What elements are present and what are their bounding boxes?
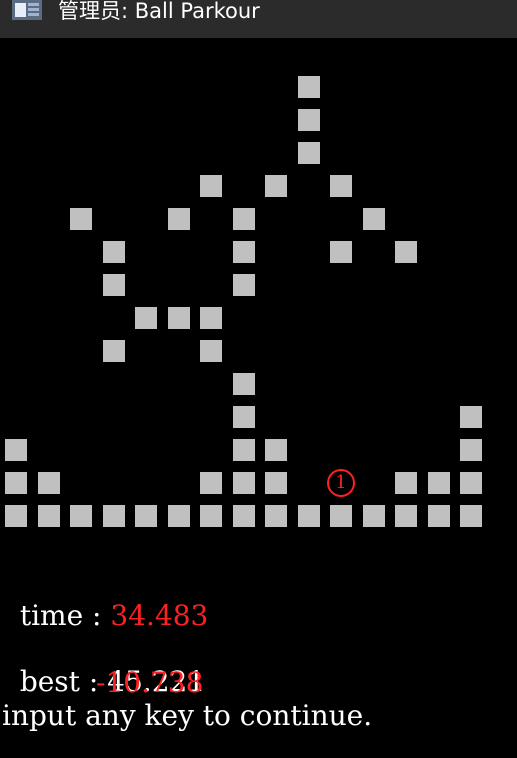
block-tile bbox=[70, 505, 92, 527]
best-label: best : bbox=[19, 665, 108, 698]
block-tile bbox=[460, 439, 482, 461]
console-app-icon bbox=[12, 0, 42, 20]
title-bar: 管理员: Ball Parkour bbox=[0, 0, 517, 38]
block-tile bbox=[38, 505, 60, 527]
block-tile bbox=[200, 307, 222, 329]
block-tile bbox=[168, 505, 190, 527]
block-tile bbox=[298, 505, 320, 527]
block-tile bbox=[200, 175, 222, 197]
block-tile bbox=[233, 241, 255, 263]
block-tile bbox=[135, 307, 157, 329]
block-tile bbox=[298, 142, 320, 164]
block-tile bbox=[298, 76, 320, 98]
block-tile bbox=[5, 505, 27, 527]
game-board: 1 bbox=[0, 38, 517, 538]
block-tile bbox=[103, 274, 125, 296]
block-tile bbox=[5, 472, 27, 494]
time-label: time : bbox=[19, 599, 111, 632]
block-tile bbox=[233, 439, 255, 461]
block-tile bbox=[265, 439, 287, 461]
time-value: 34.483 bbox=[110, 599, 209, 632]
block-tile bbox=[460, 472, 482, 494]
block-tile bbox=[395, 505, 417, 527]
block-tile bbox=[330, 175, 352, 197]
block-tile bbox=[233, 373, 255, 395]
block-tile bbox=[70, 208, 92, 230]
block-tile bbox=[460, 406, 482, 428]
block-tile bbox=[233, 505, 255, 527]
block-tile bbox=[395, 472, 417, 494]
block-tile bbox=[103, 505, 125, 527]
block-tile bbox=[200, 505, 222, 527]
block-tile bbox=[233, 406, 255, 428]
block-tile bbox=[395, 241, 417, 263]
block-tile bbox=[168, 307, 190, 329]
block-tile bbox=[265, 472, 287, 494]
block-tile bbox=[38, 472, 60, 494]
block-tile bbox=[460, 505, 482, 527]
block-tile bbox=[233, 274, 255, 296]
block-tile bbox=[330, 241, 352, 263]
block-tile bbox=[330, 505, 352, 527]
block-tile bbox=[200, 340, 222, 362]
block-tile bbox=[428, 472, 450, 494]
block-tile bbox=[265, 175, 287, 197]
block-tile bbox=[428, 505, 450, 527]
block-tile bbox=[135, 505, 157, 527]
diff-value: -10.738 bbox=[96, 666, 204, 699]
block-tile bbox=[103, 340, 125, 362]
block-tile bbox=[233, 208, 255, 230]
block-tile bbox=[103, 241, 125, 263]
block-tile bbox=[298, 109, 320, 131]
block-tile bbox=[363, 208, 385, 230]
block-tile bbox=[363, 505, 385, 527]
continue-prompt: input any key to continue. bbox=[2, 699, 373, 732]
block-tile bbox=[5, 439, 27, 461]
window-title: 管理员: Ball Parkour bbox=[58, 0, 260, 23]
block-tile bbox=[168, 208, 190, 230]
time-line: time : 34.483 bbox=[2, 568, 209, 632]
block-tile bbox=[233, 472, 255, 494]
block-tile bbox=[265, 505, 287, 527]
block-tile bbox=[200, 472, 222, 494]
ball-player: 1 bbox=[327, 469, 355, 497]
